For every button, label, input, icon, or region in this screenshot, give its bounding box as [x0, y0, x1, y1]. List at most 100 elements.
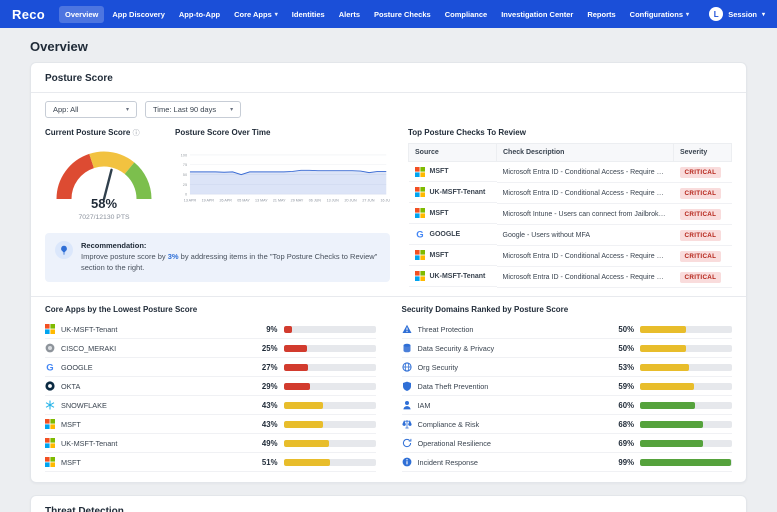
app-logo[interactable]: Reco	[12, 7, 45, 22]
core-apps-panel: Core Apps by the Lowest Posture Score UK…	[45, 305, 376, 472]
svg-text:06 JUN: 06 JUN	[309, 199, 321, 203]
severity-badge: CRITICAL	[679, 271, 722, 283]
snowflake-icon	[45, 400, 55, 410]
posture-check-row[interactable]: G GOOGLE Google - Users without MFA CRITI…	[408, 224, 732, 246]
info-icon[interactable]: ⓘ	[133, 130, 140, 137]
score-bar	[640, 325, 732, 333]
check-source: UK-MSFT-Tenant	[429, 272, 486, 280]
security-domain-score-row[interactable]: Data Security & Privacy 50%	[401, 339, 732, 358]
nav-item-posture-checks[interactable]: Posture Checks	[368, 6, 437, 23]
security-domain-score-row[interactable]: Org Security 53%	[401, 358, 732, 377]
core-app-score-row[interactable]: G GOOGLE 27%	[45, 358, 376, 377]
msft-icon	[45, 457, 55, 467]
chevron-down-icon: ▾	[274, 11, 278, 18]
score-row-label: SNOWFLAKE	[61, 400, 107, 410]
severity-badge: CRITICAL	[679, 208, 722, 220]
nav-item-core-apps[interactable]: Core Apps ▾	[228, 6, 284, 23]
datasec-icon	[402, 343, 412, 353]
time-filter-select[interactable]: Time: Last 90 days ▾	[145, 101, 242, 118]
user-avatar[interactable]: L	[709, 7, 724, 21]
core-app-score-row[interactable]: MSFT 43%	[45, 415, 376, 434]
core-app-score-row[interactable]: CISCO_MERAKI 25%	[45, 339, 376, 358]
check-source: MSFT	[429, 251, 449, 259]
check-description: Microsoft Entra ID - Conditional Access …	[496, 245, 674, 267]
filters: App: All ▾ Time: Last 90 days ▾	[45, 101, 732, 118]
check-source: GOOGLE	[429, 230, 461, 238]
posture-check-row[interactable]: MSFT Microsoft Intune - Users can connec…	[408, 203, 732, 225]
threat-icon	[402, 324, 412, 334]
compliance-icon	[401, 419, 412, 429]
score-bar	[283, 344, 376, 352]
security-domain-score-row[interactable]: Operational Resilience 69%	[401, 434, 732, 453]
nav-item-reports[interactable]: Reports	[581, 6, 621, 23]
nav-item-app-to-app[interactable]: App-to-App	[173, 6, 226, 23]
nav-item-identities[interactable]: Identities	[286, 6, 331, 23]
recommendation-text: Improve posture score by 3% by addressin…	[81, 252, 378, 272]
score-row-label: MSFT	[61, 419, 81, 429]
page-title: Overview	[30, 39, 88, 54]
core-app-score-row[interactable]: OKTA 29%	[45, 377, 376, 396]
score-bar	[283, 401, 376, 409]
svg-text:13 MAY: 13 MAY	[255, 199, 268, 203]
score-row-label: GOOGLE	[61, 362, 93, 372]
security-domain-score-row[interactable]: Incident Response 99%	[401, 453, 732, 472]
nav-item-investigation-center[interactable]: Investigation Center	[495, 6, 579, 23]
core-app-score-row[interactable]: SNOWFLAKE 43%	[45, 396, 376, 415]
msft-icon	[414, 166, 425, 177]
incident-icon	[402, 457, 412, 467]
nav-item-app-discovery[interactable]: App Discovery	[106, 6, 171, 23]
time-filter-value: Time: Last 90 days	[153, 105, 217, 114]
posture-check-row[interactable]: UK-MSFT-Tenant Microsoft Entra ID - Cond…	[408, 182, 732, 204]
divider	[31, 92, 746, 93]
core-app-score-row[interactable]: UK-MSFT-Tenant 49%	[45, 434, 376, 453]
svg-text:27 JUN: 27 JUN	[362, 199, 374, 203]
core-app-score-row[interactable]: UK-MSFT-Tenant 9%	[45, 320, 376, 339]
security-domain-score-row[interactable]: IAM 60%	[401, 396, 732, 415]
check-source: UK-MSFT-Tenant	[429, 188, 486, 196]
severity-badge: CRITICAL	[679, 229, 722, 241]
posture-check-row[interactable]: MSFT Microsoft Entra ID - Conditional Ac…	[408, 245, 732, 267]
recommendation-title: Recommendation:	[81, 241, 147, 250]
core-apps-title: Core Apps by the Lowest Posture Score	[45, 305, 198, 314]
nav-item-overview[interactable]: Overview	[59, 5, 105, 23]
chevron-down-icon: ▾	[686, 11, 690, 18]
severity-badge: CRITICAL	[679, 250, 722, 262]
threat-detection-title: Threat Detection	[45, 506, 124, 512]
security-domain-score-row[interactable]: Threat Protection 50%	[401, 320, 732, 339]
msft-icon	[414, 208, 425, 218]
nav-item-configurations[interactable]: Configurations ▾	[624, 6, 695, 23]
score-row-label: Compliance & Risk	[417, 419, 480, 429]
core-app-score-row[interactable]: MSFT 51%	[45, 453, 376, 472]
score-bar	[640, 363, 732, 371]
column-header-check-description: Check Description	[496, 143, 674, 162]
svg-text:29 MAY: 29 MAY	[291, 199, 304, 203]
current-posture-score-title: Current Posture Score ⓘ	[45, 128, 140, 137]
app-filter-select[interactable]: App: All ▾	[45, 101, 137, 118]
security-domains-list: Threat Protection 50% Data Security & Pr…	[401, 320, 732, 472]
svg-text:25: 25	[183, 182, 188, 187]
posture-check-row[interactable]: UK-MSFT-Tenant Microsoft Entra ID - Cond…	[408, 266, 732, 288]
check-source: MSFT	[429, 209, 449, 217]
security-domain-score-row[interactable]: Data Theft Prevention 59%	[401, 377, 732, 396]
chevron-down-icon: ▾	[125, 107, 129, 113]
lightbulb-icon	[55, 241, 73, 259]
google-icon: G	[415, 229, 425, 239]
nav-item-compliance[interactable]: Compliance	[439, 6, 494, 23]
check-description: Microsoft Entra ID - Conditional Access …	[496, 266, 674, 288]
score-bar	[283, 420, 376, 428]
svg-text:19 APR: 19 APR	[202, 199, 215, 203]
column-header-severity: Severity	[673, 143, 732, 162]
score-bar	[640, 420, 732, 428]
security-domain-score-row[interactable]: Compliance & Risk 68%	[401, 415, 732, 434]
session-menu[interactable]: L Session ▾	[709, 7, 765, 21]
score-row-percent: 25%	[261, 343, 278, 353]
nav-item-alerts[interactable]: Alerts	[333, 6, 366, 23]
score-row-label: Data Security & Privacy	[417, 343, 495, 353]
core-apps-list: UK-MSFT-Tenant 9% CISCO_MERAKI 25% G GOO…	[45, 320, 376, 472]
score-row-percent: 68%	[618, 419, 634, 429]
column-header-source: Source	[408, 143, 497, 162]
posture-check-row[interactable]: MSFT Microsoft Entra ID - Conditional Ac…	[408, 161, 732, 183]
score-row-label: MSFT	[61, 457, 81, 467]
datatheft-icon	[402, 381, 412, 391]
operational-icon	[402, 438, 412, 448]
